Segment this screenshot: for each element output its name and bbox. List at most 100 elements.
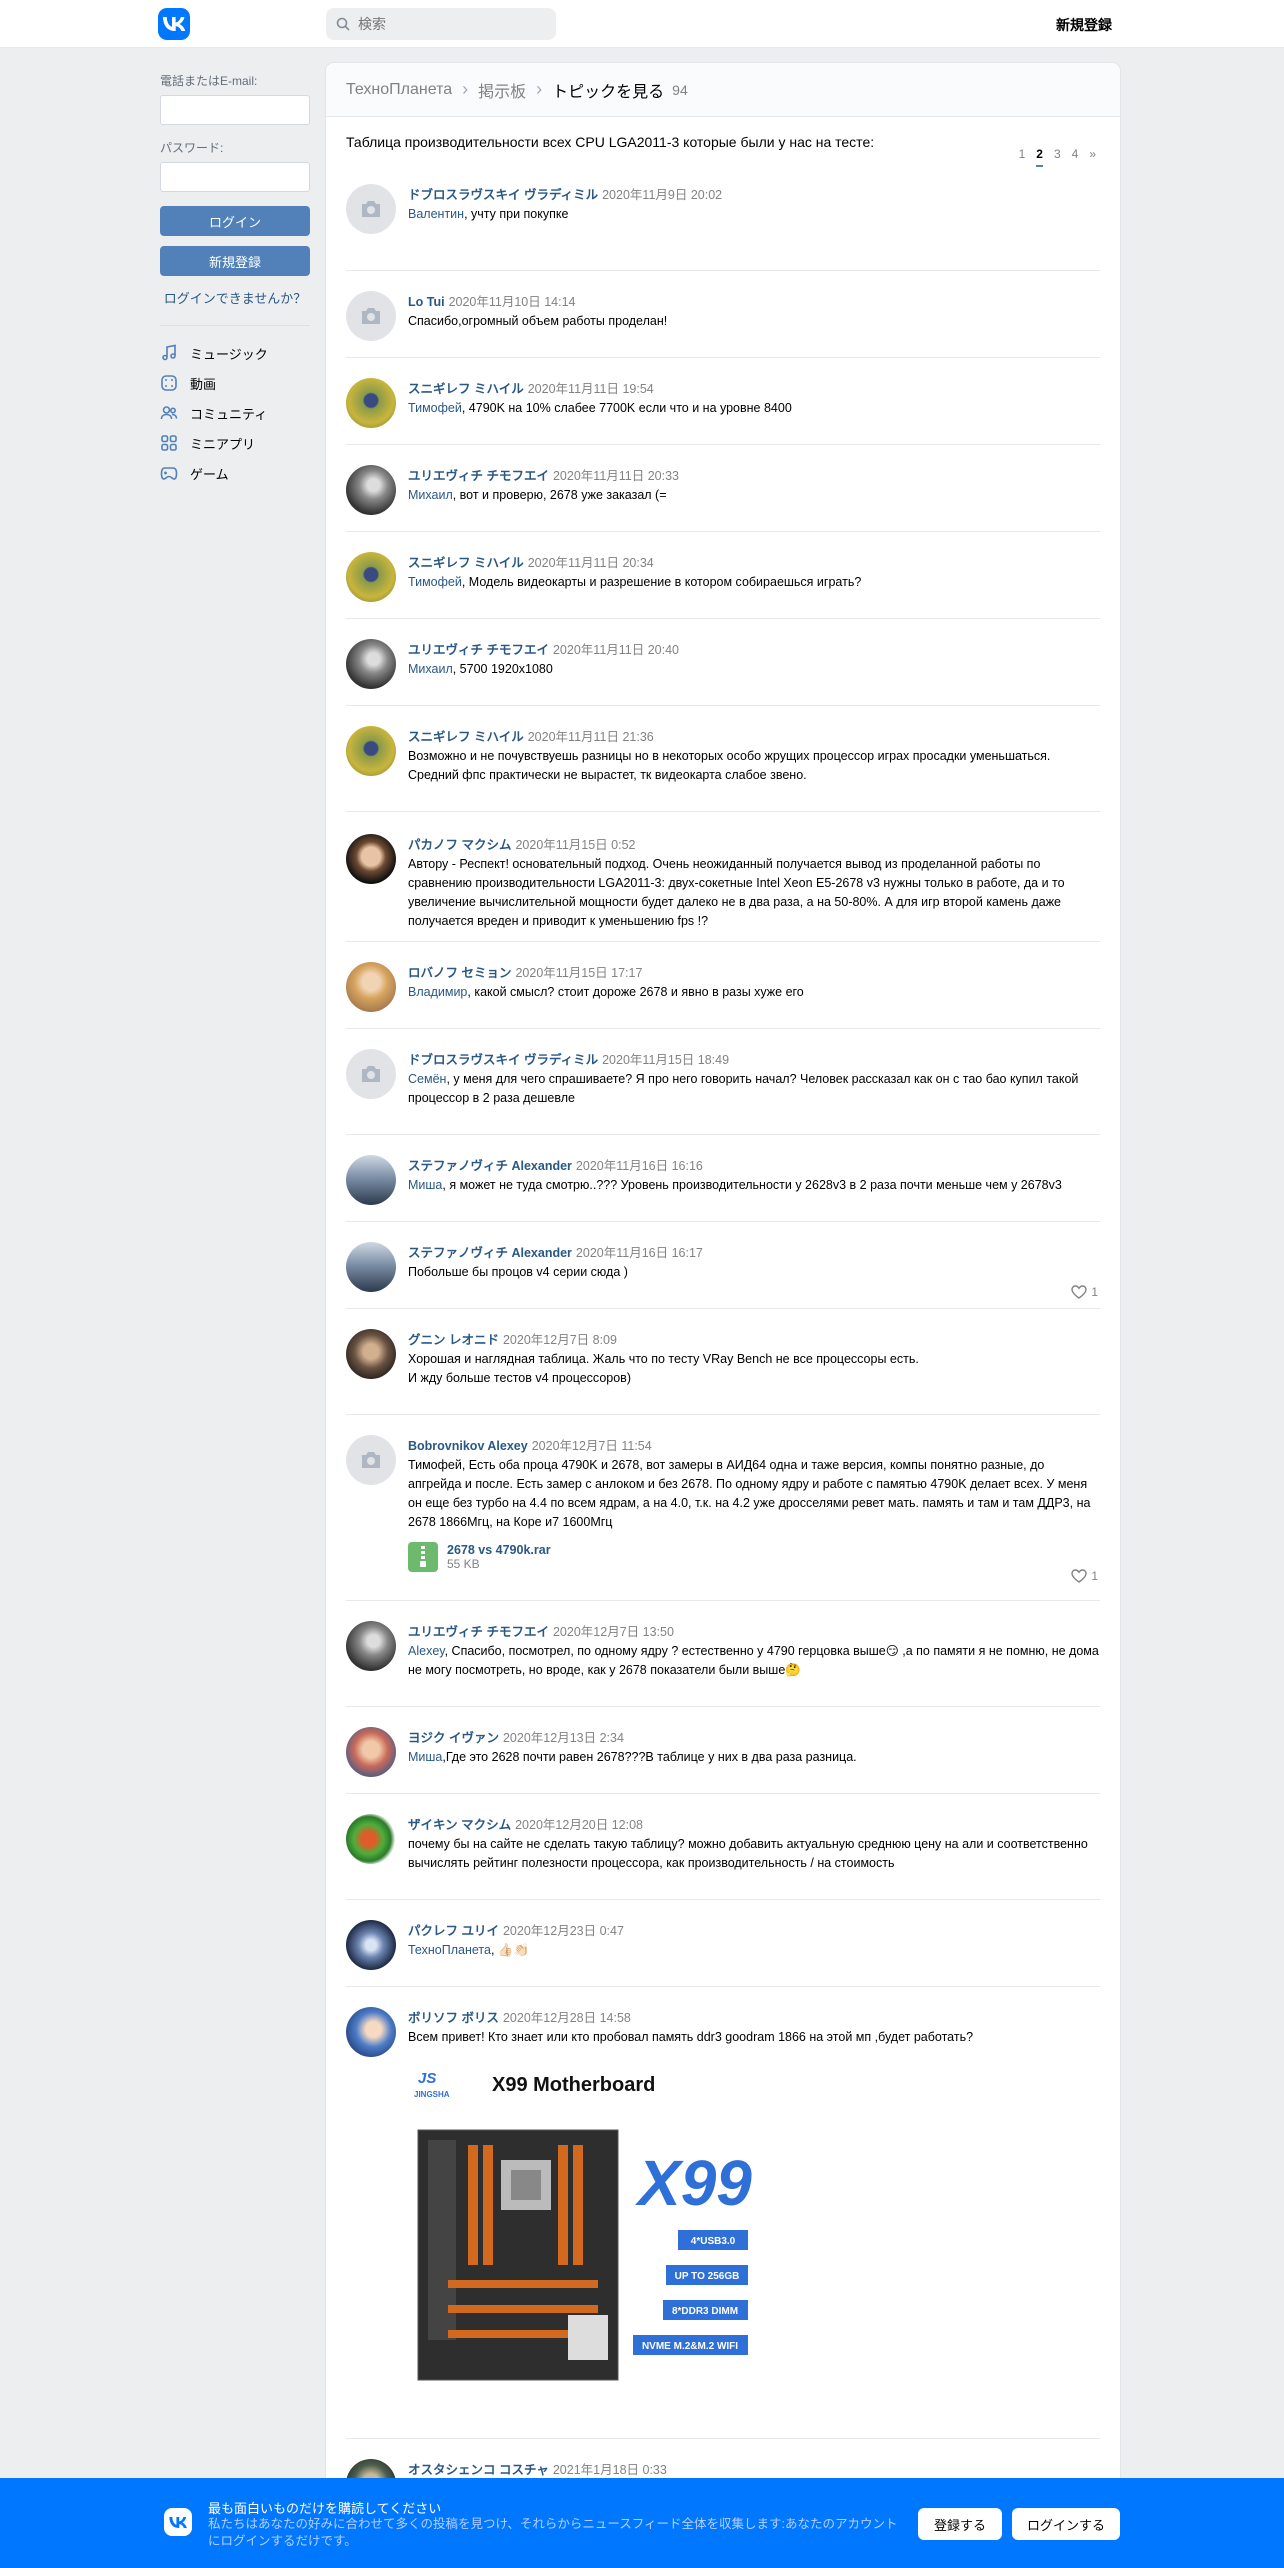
login-button[interactable]: ログイン <box>160 206 310 236</box>
like-button[interactable]: 1 <box>1071 1569 1098 1583</box>
vk-logo-icon[interactable] <box>158 8 190 40</box>
post-date[interactable]: 2021年1月18日 0:33 <box>553 2463 667 2477</box>
reply-link[interactable]: Тимофей <box>408 401 462 415</box>
banner-register-button[interactable]: 登録する <box>918 2508 1002 2540</box>
breadcrumb-board[interactable]: 掲示板 <box>478 78 526 102</box>
post-author[interactable]: パクレフ ユリイ <box>408 1924 499 1938</box>
sidebar-item-video[interactable]: 動画 <box>160 368 310 398</box>
post-author[interactable]: ドブロスラヴスキイ ヴラディミル <box>408 1053 598 1067</box>
post-date[interactable]: 2020年11月9日 20:02 <box>602 188 722 202</box>
email-field[interactable] <box>160 95 310 125</box>
reply-link[interactable]: Миша <box>408 1178 442 1192</box>
post-date[interactable]: 2020年11月10日 14:14 <box>449 295 576 309</box>
post-date[interactable]: 2020年11月16日 16:16 <box>576 1159 703 1173</box>
post-author[interactable]: スニギレフ ミハイル <box>408 730 524 744</box>
reply-link[interactable]: Владимир <box>408 985 467 999</box>
post-author[interactable]: ドブロスラヴスキイ ヴラディミル <box>408 188 598 202</box>
attachment[interactable]: 2678 vs 4790k.rar 55 KB <box>408 1542 1100 1572</box>
reply-link[interactable]: Валентин <box>408 207 464 221</box>
avatar[interactable] <box>346 465 396 515</box>
avatar[interactable] <box>346 1155 396 1205</box>
signup-button[interactable]: 新規登録 <box>160 246 310 276</box>
password-field[interactable] <box>160 162 310 192</box>
post-author[interactable]: ロバノフ セミョン <box>408 966 511 980</box>
avatar[interactable] <box>346 291 396 341</box>
post-date[interactable]: 2020年11月15日 17:17 <box>515 966 642 980</box>
reply-link[interactable]: Михаил <box>408 488 453 502</box>
post-author[interactable]: ザイキン マクシム <box>408 1818 511 1832</box>
reply-link[interactable]: Миша <box>408 1750 442 1764</box>
post-author[interactable]: ステファノヴィチ Alexander <box>408 1159 572 1173</box>
header-signup-link[interactable]: 新規登録 <box>1056 15 1112 35</box>
like-button[interactable]: 1 <box>1071 1285 1098 1299</box>
avatar[interactable] <box>346 378 396 428</box>
post-author[interactable]: オスタシェンコ コスチャ <box>408 2463 549 2477</box>
avatar[interactable] <box>346 639 396 689</box>
post-date[interactable]: 2020年11月16日 16:17 <box>576 1246 703 1260</box>
reply-link[interactable]: Тимофей <box>408 575 462 589</box>
search-input[interactable] <box>358 16 538 32</box>
avatar[interactable] <box>346 962 396 1012</box>
avatar[interactable] <box>346 1329 396 1379</box>
breadcrumb-group[interactable]: ТехноПланета <box>346 81 452 99</box>
post-author[interactable]: Lo Tui <box>408 295 445 309</box>
post-date[interactable]: 2020年12月23日 0:47 <box>503 1924 624 1938</box>
sidebar-item-mini-apps[interactable]: ミニアプリ <box>160 428 310 458</box>
post-author[interactable]: Bobrovnikov Alexey <box>408 1439 528 1453</box>
post-date[interactable]: 2020年11月11日 20:34 <box>528 556 654 570</box>
post-author[interactable]: スニギレフ ミハイル <box>408 556 524 570</box>
post-date[interactable]: 2020年12月20日 12:08 <box>515 1818 643 1832</box>
avatar[interactable] <box>346 1727 396 1777</box>
avatar[interactable] <box>346 726 396 776</box>
avatar[interactable] <box>346 184 396 234</box>
post-author[interactable]: ヨジク イヴァン <box>408 1731 499 1745</box>
avatar[interactable] <box>346 1814 396 1864</box>
post-date[interactable]: 2020年12月28日 14:58 <box>503 2011 631 2025</box>
post-author[interactable]: パカノフ マクシム <box>408 838 511 852</box>
post-date[interactable]: 2020年11月11日 20:33 <box>553 469 679 483</box>
post-date[interactable]: 2020年12月7日 8:09 <box>503 1333 617 1347</box>
reply-link[interactable]: Семён <box>408 1072 446 1086</box>
motherboard-image[interactable]: JS JINGSHA X99 Motherboard X99 4*USB3.0 <box>408 2065 758 2395</box>
avatar[interactable] <box>346 1920 396 1970</box>
camera-icon <box>362 308 380 324</box>
sidebar-item-label: ミニアプリ <box>190 436 256 452</box>
sidebar-item-games[interactable]: ゲーム <box>160 458 310 488</box>
avatar[interactable] <box>346 1621 396 1671</box>
post-date[interactable]: 2020年12月7日 13:50 <box>553 1625 674 1639</box>
post-date[interactable]: 2020年11月15日 18:49 <box>602 1053 729 1067</box>
forgot-login-link[interactable]: ログインできませんか？ <box>160 288 310 307</box>
reply-link[interactable]: Михаил <box>408 662 453 676</box>
search-box[interactable] <box>326 8 556 40</box>
post-author[interactable]: ボリソフ ボリス <box>408 2011 499 2025</box>
post-author[interactable]: スニギレフ ミハイル <box>408 382 524 396</box>
post-date[interactable]: 2020年11月15日 0:52 <box>515 838 635 852</box>
post-date[interactable]: 2020年11月11日 19:54 <box>528 382 654 396</box>
page-link-2[interactable]: 2 <box>1036 147 1043 167</box>
page-link-3[interactable]: 3 <box>1054 147 1061 167</box>
post-author[interactable]: ユリエヴィチ チモフエイ <box>408 643 549 657</box>
avatar[interactable] <box>346 1049 396 1099</box>
sidebar-item-community[interactable]: コミュニティ <box>160 398 310 428</box>
post-date[interactable]: 2020年11月11日 21:36 <box>528 730 654 744</box>
avatar[interactable] <box>346 834 396 884</box>
avatar[interactable] <box>346 1435 396 1485</box>
post-author[interactable]: ユリエヴィチ チモフエイ <box>408 1625 549 1639</box>
post-date[interactable]: 2020年11月11日 20:40 <box>553 643 679 657</box>
avatar[interactable] <box>346 552 396 602</box>
post-date[interactable]: 2020年12月13日 2:34 <box>503 1731 624 1745</box>
page-link-4[interactable]: 4 <box>1072 147 1079 167</box>
attachment-name[interactable]: 2678 vs 4790k.rar <box>447 1543 551 1557</box>
page-next[interactable]: » <box>1089 147 1096 167</box>
page-link-1[interactable]: 1 <box>1019 147 1026 167</box>
post-author[interactable]: ステファノヴィチ Alexander <box>408 1246 572 1260</box>
avatar[interactable] <box>346 1242 396 1292</box>
avatar[interactable] <box>346 2007 396 2057</box>
post-date[interactable]: 2020年12月7日 11:54 <box>532 1439 652 1453</box>
reply-link[interactable]: ТехноПланета <box>408 1943 491 1957</box>
post-author[interactable]: グニン レオニド <box>408 1333 499 1347</box>
banner-login-button[interactable]: ログインする <box>1012 2508 1120 2540</box>
post-author[interactable]: ユリエヴィチ チモフエイ <box>408 469 549 483</box>
reply-link[interactable]: Alexey <box>408 1644 445 1658</box>
sidebar-item-music[interactable]: ミュージック <box>160 338 310 368</box>
